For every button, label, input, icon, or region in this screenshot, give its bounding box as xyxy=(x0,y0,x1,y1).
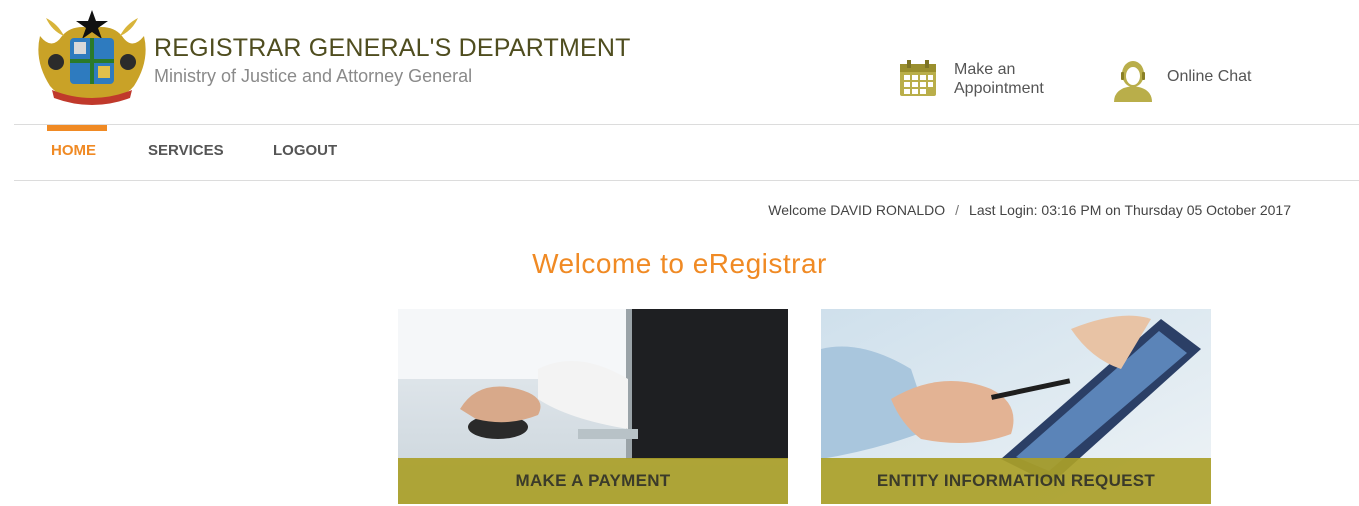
make-payment-label: MAKE A PAYMENT xyxy=(398,458,788,504)
entity-information-request-tile[interactable]: ENTITY INFORMATION REQUEST xyxy=(821,309,1211,504)
make-appointment-label: Make an Appointment xyxy=(954,61,1044,97)
user-status: Welcome DAVID RONALDO / Last Login: 03:16 … xyxy=(768,202,1291,218)
support-agent-icon xyxy=(1114,61,1152,102)
welcome-user-text: Welcome DAVID RONALDO xyxy=(768,202,946,218)
org-subtitle: Ministry of Justice and Attorney General xyxy=(154,66,473,86)
nav-home[interactable]: HOME xyxy=(51,142,96,159)
nav-logout[interactable]: LOGOUT xyxy=(273,142,337,159)
org-title: REGISTRAR GENERAL'S DEPARTMENT xyxy=(154,34,631,62)
online-chat-link[interactable]: Online Chat xyxy=(1112,58,1272,102)
ghana-coat-of-arms-icon[interactable] xyxy=(32,6,152,108)
nav-services[interactable]: SERVICES xyxy=(148,142,224,159)
make-appointment-link[interactable]: Make an Appointment xyxy=(898,58,1068,102)
make-payment-tile[interactable]: MAKE A PAYMENT xyxy=(398,309,788,504)
last-login-text: Last Login: 03:16 PM on Thursday 05 Octo… xyxy=(969,202,1291,218)
nav-divider xyxy=(14,180,1359,181)
status-separator: / xyxy=(955,202,960,218)
page-title: Welcome to eRegistrar xyxy=(532,248,827,279)
entity-information-request-label: ENTITY INFORMATION REQUEST xyxy=(821,458,1211,504)
site-header: REGISTRAR GENERAL'S DEPARTMENT Ministry … xyxy=(0,0,1359,124)
nav-active-indicator xyxy=(47,125,107,131)
calendar-icon xyxy=(900,60,936,96)
header-divider xyxy=(14,124,1359,125)
online-chat-label: Online Chat xyxy=(1167,68,1252,85)
